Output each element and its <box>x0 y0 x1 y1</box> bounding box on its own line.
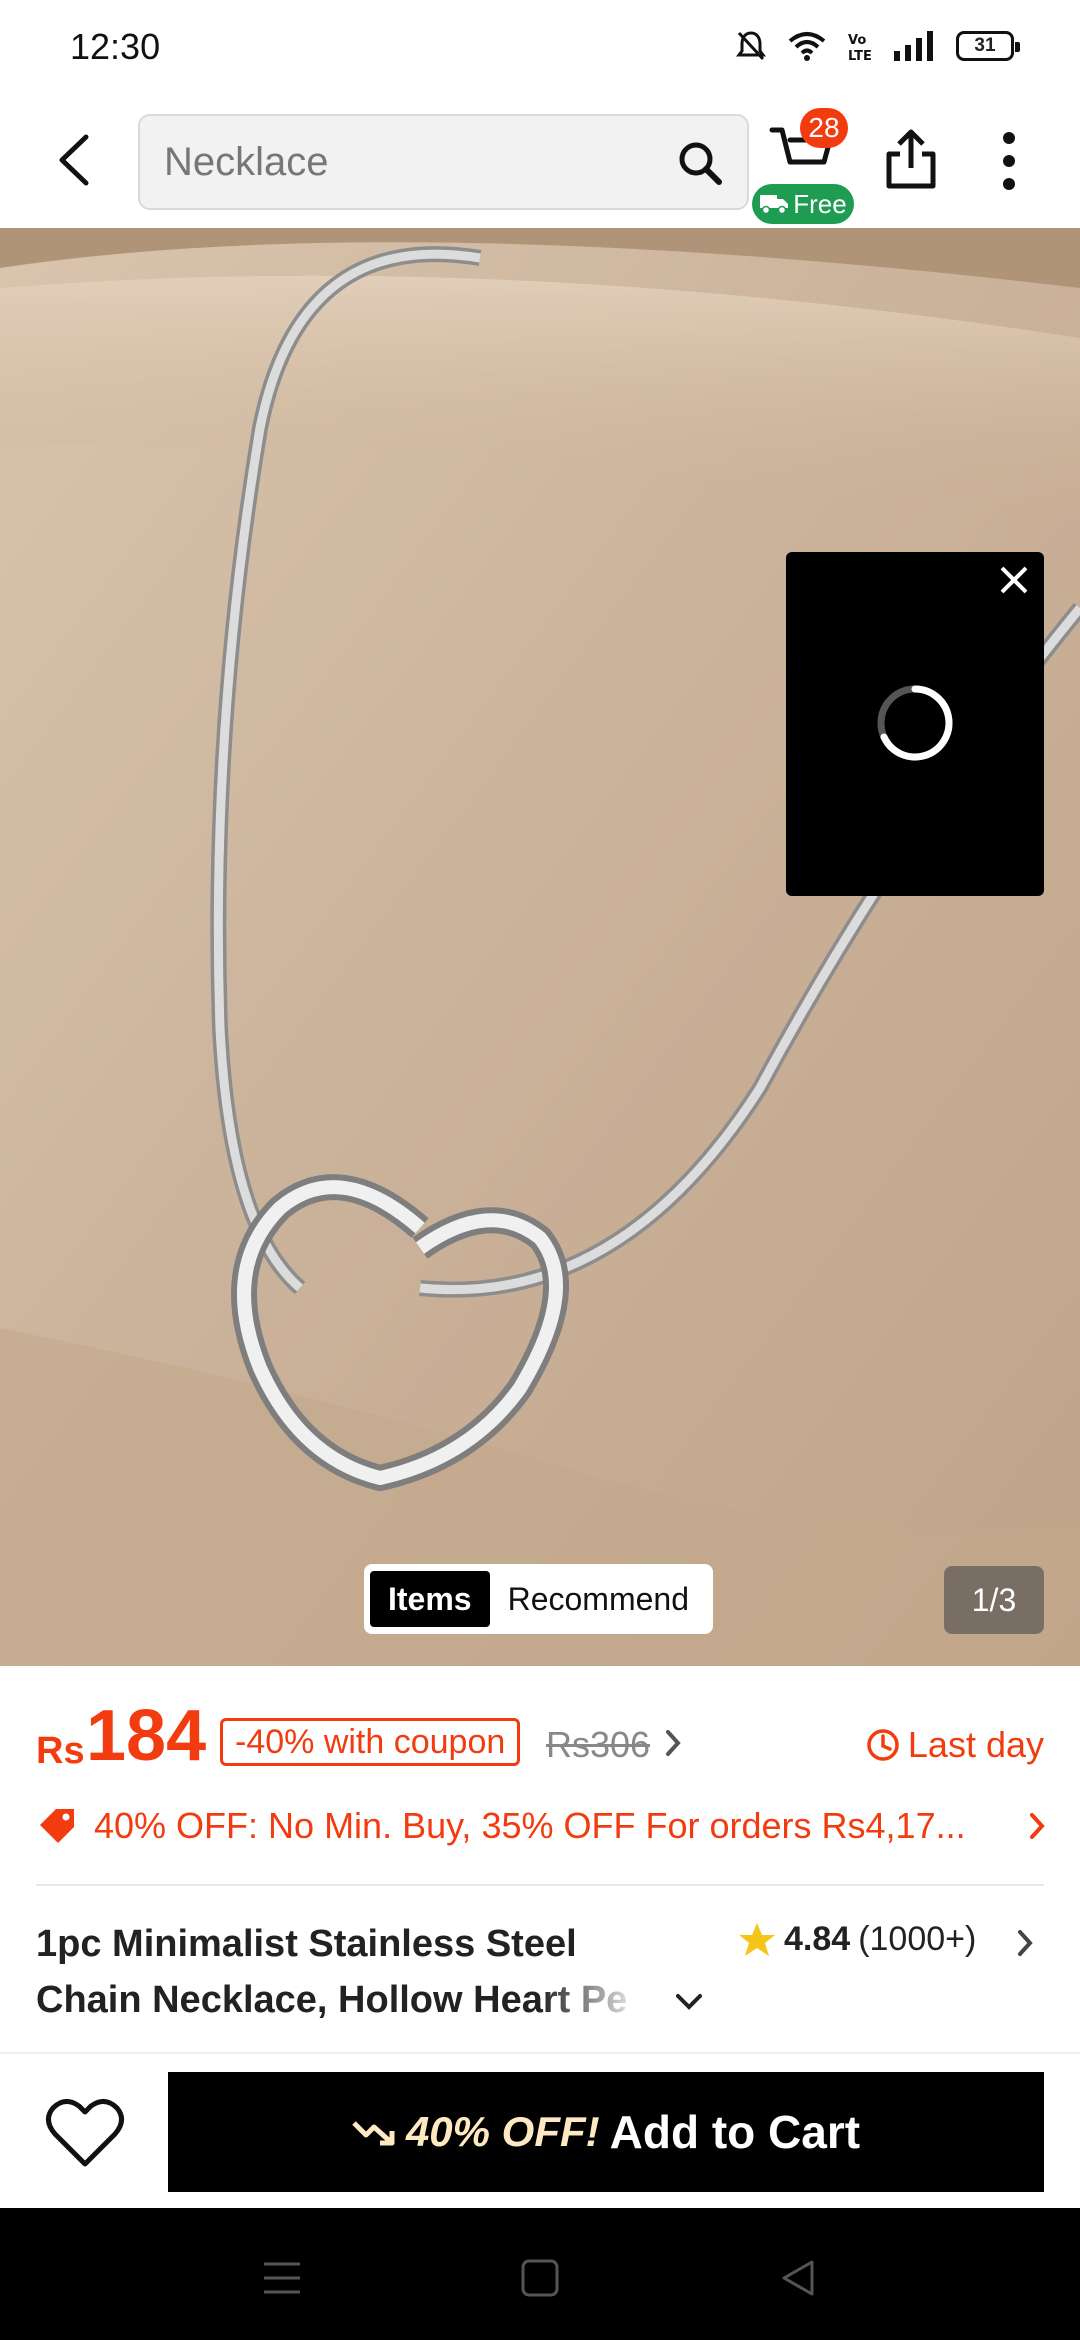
product-image-gallery[interactable]: Items Recommend 1/3 <box>0 228 1080 1666</box>
loading-spinner-icon <box>877 685 953 761</box>
wishlist-button[interactable] <box>40 2094 130 2174</box>
status-icons: Vo LTE 31 <box>736 30 1020 62</box>
back-button[interactable] <box>44 130 104 190</box>
free-shipping-badge: Free <box>752 184 854 224</box>
svg-text:LTE: LTE <box>848 49 872 62</box>
add-to-cart-button[interactable]: 40% OFF! Add to Cart <box>168 2072 1044 2192</box>
coupon-tag[interactable]: -40% with coupon <box>220 1718 521 1766</box>
clock-icon <box>867 1729 899 1761</box>
close-icon <box>1000 566 1028 594</box>
rating-value: 4.84 <box>784 1920 851 1958</box>
price-currency: Rs <box>36 1730 85 1772</box>
chevron-right-icon[interactable] <box>664 1728 682 1758</box>
back-arrow-icon <box>59 134 89 186</box>
svg-text:Vo: Vo <box>848 33 866 48</box>
title-section: 1pc Minimalist Stainless Steel Chain Nec… <box>0 1888 1080 2052</box>
chevron-right-icon <box>1030 1813 1045 1839</box>
cart-count-badge: 28 <box>800 108 848 148</box>
chevron-right-icon[interactable] <box>1016 1928 1034 1958</box>
share-button[interactable] <box>878 124 944 194</box>
top-nav: 28 Free <box>0 96 1080 228</box>
share-icon <box>886 129 936 189</box>
rating[interactable]: 4.84 (1000+) <box>738 1920 976 1959</box>
video-popup[interactable] <box>786 552 1044 896</box>
review-count: (1000+) <box>858 1920 977 1958</box>
star-icon <box>739 1922 775 1956</box>
signal-icon <box>894 31 933 61</box>
promo-text: 40% OFF: No Min. Buy, 35% OFF For orders… <box>94 1805 966 1846</box>
divider <box>36 1884 1044 1886</box>
tab-items[interactable]: Items <box>370 1571 490 1627</box>
discount-label: 40% OFF! <box>405 2108 600 2155</box>
search-box[interactable] <box>138 114 749 210</box>
image-counter: 1/3 <box>944 1566 1044 1634</box>
chevron-down-icon[interactable] <box>674 1992 704 2012</box>
action-bar: 40% OFF! Add to Cart <box>0 2052 1080 2208</box>
home-button[interactable] <box>510 2248 570 2308</box>
current-price: 184 <box>86 1696 207 1776</box>
triangle-back-icon <box>782 2260 814 2296</box>
title-fade <box>540 1972 670 2032</box>
truck-icon <box>760 195 789 215</box>
status-bar: 12:30 Vo LTE 31 <box>0 0 1080 96</box>
original-price: Rs306 <box>546 1724 651 1765</box>
free-label: Free <box>793 188 847 219</box>
deadline-text: Last day <box>907 1724 1044 1765</box>
menu-icon <box>264 2262 300 2294</box>
status-time: 12:30 <box>70 26 161 67</box>
deadline-label: Last day <box>866 1724 1044 1766</box>
promo-line[interactable]: 40% OFF: No Min. Buy, 35% OFF For orders… <box>36 1796 1046 1856</box>
system-nav-bar <box>0 2208 1080 2340</box>
video-close-button[interactable] <box>992 558 1036 602</box>
more-options-button[interactable] <box>984 126 1034 196</box>
square-icon <box>521 2259 559 2297</box>
tag-icon <box>40 1809 74 1843</box>
price-section: Rs 184 -40% with coupon Rs306 Last day 4… <box>0 1666 1080 1886</box>
add-to-cart-label: Add to Cart <box>609 2106 861 2158</box>
recents-button[interactable] <box>252 2248 312 2308</box>
more-vertical-icon <box>1003 132 1015 190</box>
tab-recommend[interactable]: Recommend <box>490 1571 707 1627</box>
search-icon[interactable] <box>677 140 723 186</box>
volte-icon: Vo LTE <box>848 33 872 62</box>
search-input[interactable] <box>164 116 644 208</box>
product-photo <box>0 228 1080 1666</box>
mute-icon <box>736 31 766 61</box>
image-tabs: Items Recommend <box>364 1564 713 1634</box>
wifi-icon <box>788 32 826 61</box>
trend-down-icon <box>352 2121 395 2146</box>
system-back-button[interactable] <box>768 2248 828 2308</box>
battery-icon: 31 <box>956 31 1020 61</box>
heart-icon <box>46 2099 124 2167</box>
